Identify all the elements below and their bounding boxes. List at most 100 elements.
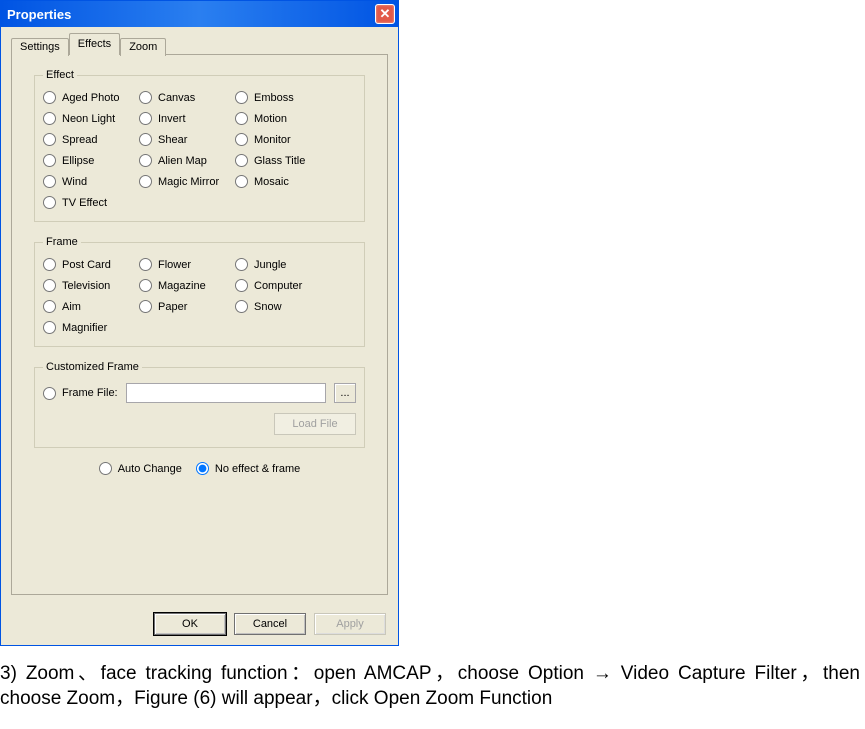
radio-label: Auto Change — [118, 463, 182, 475]
effect-option-invert[interactable]: Invert — [139, 112, 235, 125]
frame-group: Frame Post Card Flower Jungle Television… — [34, 236, 365, 347]
frame-option-paper[interactable]: Paper — [139, 300, 235, 313]
effect-option-canvas[interactable]: Canvas — [139, 91, 235, 104]
tab-settings[interactable]: Settings — [11, 38, 69, 56]
radio-input[interactable] — [235, 91, 248, 104]
radio-input[interactable] — [139, 258, 152, 271]
frame-option-flower[interactable]: Flower — [139, 258, 235, 271]
radio-input[interactable] — [43, 133, 56, 146]
radio-input[interactable] — [43, 321, 56, 334]
effect-option-neon-light[interactable]: Neon Light — [43, 112, 139, 125]
effect-option-motion[interactable]: Motion — [235, 112, 331, 125]
radio-label: Mosaic — [254, 176, 289, 188]
radio-input[interactable] — [43, 175, 56, 188]
frame-option-aim[interactable]: Aim — [43, 300, 139, 313]
radio-input[interactable] — [43, 196, 56, 209]
frame-option-television[interactable]: Television — [43, 279, 139, 292]
effect-option-magic-mirror[interactable]: Magic Mirror — [139, 175, 235, 188]
mode-row: Auto Change No effect & frame — [34, 462, 365, 475]
radio-input[interactable] — [235, 112, 248, 125]
radio-label: Aim — [62, 301, 81, 313]
effect-option-wind[interactable]: Wind — [43, 175, 139, 188]
effect-option-emboss[interactable]: Emboss — [235, 91, 331, 104]
cancel-button[interactable]: Cancel — [234, 613, 306, 635]
tab-label: Settings — [20, 41, 60, 53]
radio-input[interactable] — [139, 112, 152, 125]
load-file-button: Load File — [274, 413, 356, 435]
frame-option-snow[interactable]: Snow — [235, 300, 331, 313]
apply-button: Apply — [314, 613, 386, 635]
ok-button[interactable]: OK — [154, 613, 226, 635]
customized-frame-group: Customized Frame Frame File: ... Load Fi… — [34, 361, 365, 448]
radio-input[interactable] — [139, 133, 152, 146]
tab-zoom[interactable]: Zoom — [120, 38, 166, 56]
frame-option-magnifier[interactable]: Magnifier — [43, 321, 139, 334]
radio-input[interactable] — [43, 279, 56, 292]
radio-input[interactable] — [43, 258, 56, 271]
dialog-buttons: OK Cancel Apply — [1, 605, 398, 645]
frame-option-computer[interactable]: Computer — [235, 279, 331, 292]
radio-input[interactable] — [43, 300, 56, 313]
document-paragraph: 3) Zoom、face tracking function：open AMCA… — [0, 656, 860, 711]
frame-option-post-card[interactable]: Post Card — [43, 258, 139, 271]
radio-input[interactable] — [43, 154, 56, 167]
radio-input[interactable] — [139, 154, 152, 167]
radio-input[interactable] — [43, 387, 56, 400]
effect-option-shear[interactable]: Shear — [139, 133, 235, 146]
frame-grid: Post Card Flower Jungle Television Magaz… — [43, 258, 356, 334]
frame-file-option[interactable]: Frame File: — [43, 387, 118, 400]
radio-label: Alien Map — [158, 155, 207, 167]
frame-legend: Frame — [43, 236, 81, 248]
radio-input[interactable] — [196, 462, 209, 475]
effect-option-monitor[interactable]: Monitor — [235, 133, 331, 146]
radio-label: Paper — [158, 301, 187, 313]
radio-input[interactable] — [235, 279, 248, 292]
radio-input[interactable] — [235, 175, 248, 188]
effect-option-glass-title[interactable]: Glass Title — [235, 154, 331, 167]
effect-option-tv-effect[interactable]: TV Effect — [43, 196, 139, 209]
radio-input[interactable] — [235, 300, 248, 313]
radio-input[interactable] — [235, 258, 248, 271]
radio-label: Jungle — [254, 259, 286, 271]
radio-input[interactable] — [139, 175, 152, 188]
frame-file-row: Frame File: ... — [43, 383, 356, 403]
close-button[interactable]: ✕ — [375, 4, 395, 24]
effect-option-mosaic[interactable]: Mosaic — [235, 175, 331, 188]
customized-frame-legend: Customized Frame — [43, 361, 142, 373]
radio-label: Spread — [62, 134, 97, 146]
tab-label: Effects — [78, 38, 111, 50]
frame-option-jungle[interactable]: Jungle — [235, 258, 331, 271]
radio-label: Television — [62, 280, 110, 292]
radio-label: Monitor — [254, 134, 291, 146]
effect-option-aged-photo[interactable]: Aged Photo — [43, 91, 139, 104]
dialog-body: Settings Effects Zoom Effect Aged Photo … — [1, 27, 398, 605]
radio-input[interactable] — [139, 91, 152, 104]
browse-button[interactable]: ... — [334, 383, 356, 403]
mode-option-auto-change[interactable]: Auto Change — [99, 462, 182, 475]
radio-input[interactable] — [43, 112, 56, 125]
properties-dialog: Properties ✕ Settings Effects Zoom Effec… — [0, 0, 399, 646]
window-title: Properties — [7, 7, 71, 22]
radio-label: Magic Mirror — [158, 176, 219, 188]
effect-option-alien-map[interactable]: Alien Map — [139, 154, 235, 167]
frame-option-magazine[interactable]: Magazine — [139, 279, 235, 292]
mode-option-no-effect[interactable]: No effect & frame — [196, 462, 300, 475]
titlebar[interactable]: Properties ✕ — [1, 1, 398, 27]
effect-legend: Effect — [43, 69, 77, 81]
radio-label: TV Effect — [62, 197, 107, 209]
effect-option-ellipse[interactable]: Ellipse — [43, 154, 139, 167]
radio-label: Aged Photo — [62, 92, 120, 104]
radio-input[interactable] — [235, 154, 248, 167]
effect-option-spread[interactable]: Spread — [43, 133, 139, 146]
effect-grid: Aged Photo Canvas Emboss Neon Light Inve… — [43, 91, 356, 209]
radio-input[interactable] — [139, 279, 152, 292]
tab-effects[interactable]: Effects — [69, 33, 120, 55]
radio-input[interactable] — [99, 462, 112, 475]
radio-label: Invert — [158, 113, 186, 125]
radio-label: Post Card — [62, 259, 111, 271]
radio-input[interactable] — [139, 300, 152, 313]
radio-label: Magnifier — [62, 322, 107, 334]
frame-file-input[interactable] — [126, 383, 326, 403]
radio-input[interactable] — [235, 133, 248, 146]
radio-input[interactable] — [43, 91, 56, 104]
